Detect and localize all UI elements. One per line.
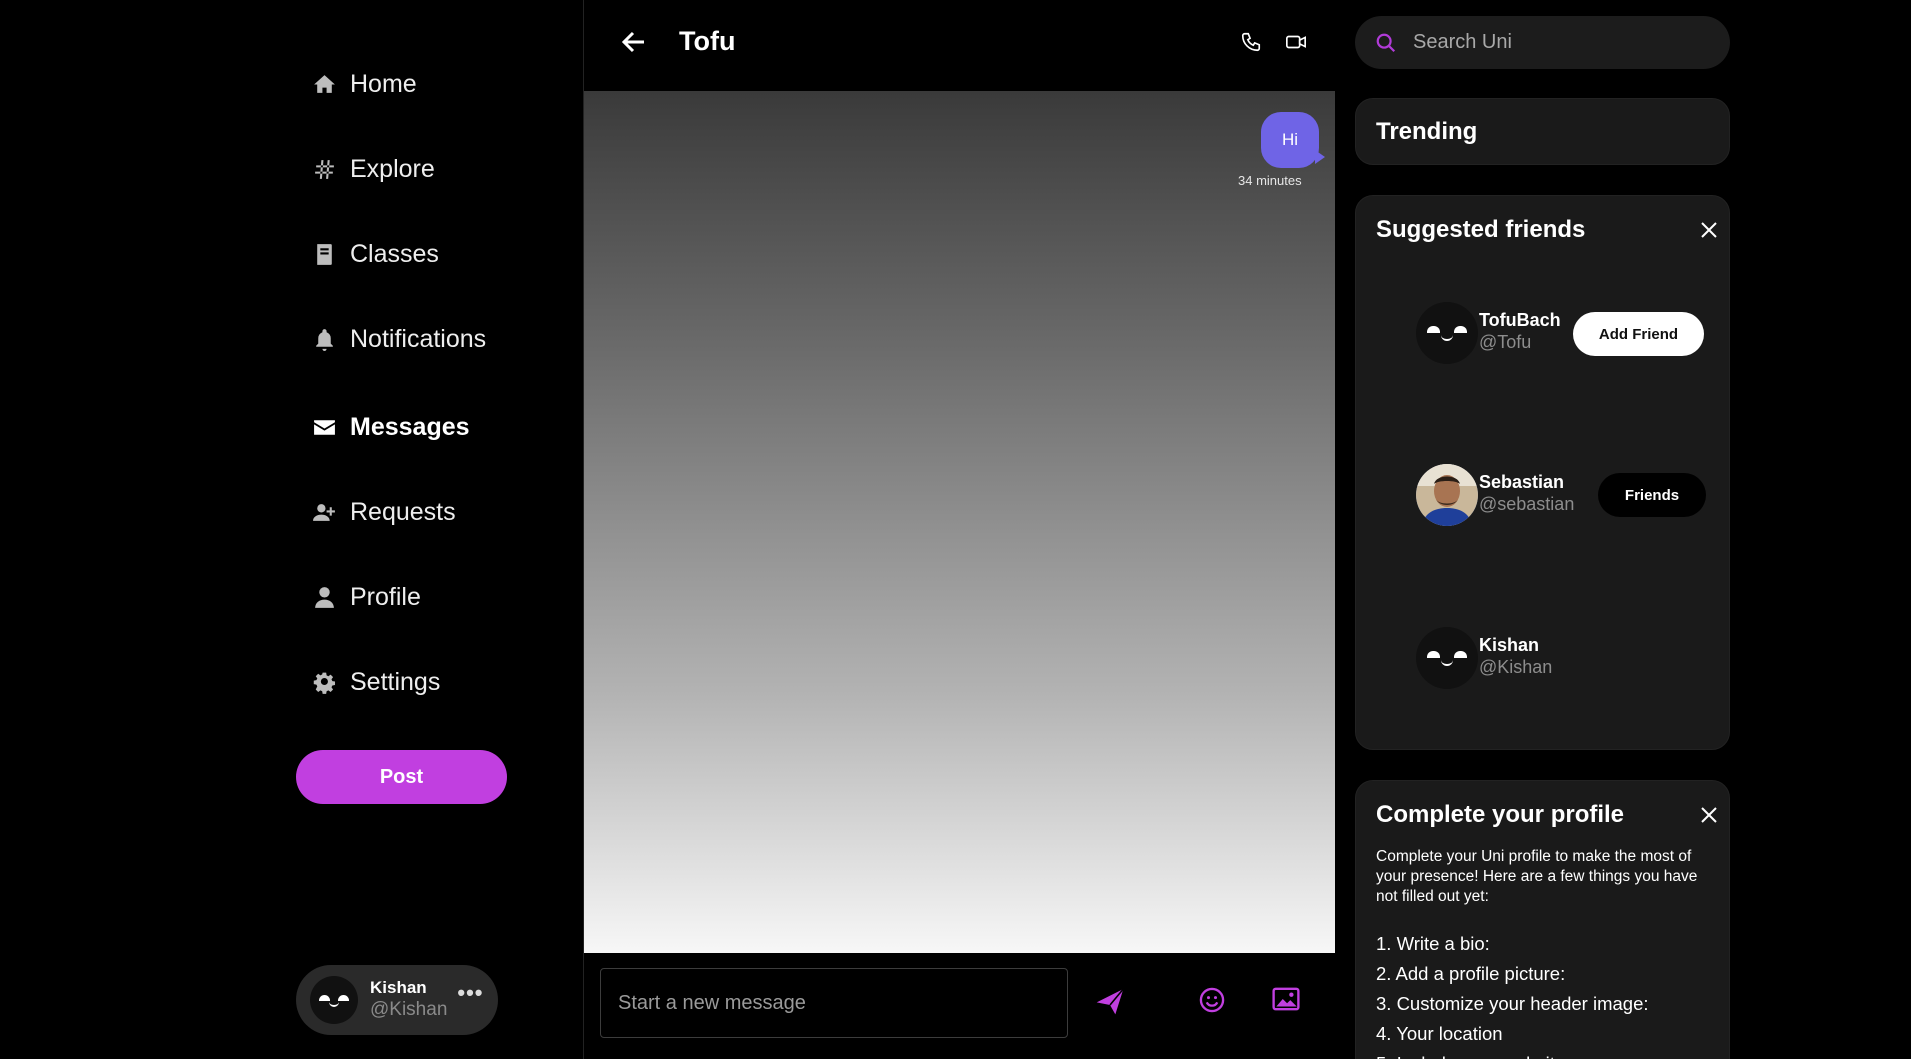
- trending-card: Trending: [1355, 98, 1730, 165]
- avatar: [1416, 302, 1478, 364]
- search-icon: [1376, 33, 1396, 52]
- complete-profile-card: Complete your profile Complete your Uni …: [1355, 780, 1730, 1059]
- message-composer: [584, 953, 1335, 1059]
- list-item[interactable]: 5. Include your website:: [1376, 1049, 1649, 1059]
- trending-title: Trending: [1376, 118, 1478, 145]
- friends-button[interactable]: Friends: [1598, 473, 1706, 517]
- list-item[interactable]: 1. Write a bio:: [1376, 929, 1649, 959]
- complete-profile-description: Complete your Uni profile to make the mo…: [1376, 848, 1698, 905]
- bubble-tail: [1315, 150, 1325, 164]
- book-icon: [296, 239, 350, 269]
- friend-handle: @Kishan: [1479, 657, 1553, 677]
- current-user-handle: @Kishan: [370, 998, 448, 1020]
- chat-header: Tofu: [584, 0, 1335, 91]
- list-item[interactable]: 2. Add a profile picture:: [1376, 959, 1649, 989]
- message-input[interactable]: [600, 968, 1068, 1038]
- back-arrow-icon[interactable]: [620, 28, 652, 60]
- current-user-name: Kishan: [370, 978, 427, 998]
- friend-handle: @Tofu: [1479, 332, 1532, 352]
- chat-panel: Tofu Hi 34 minutes: [583, 0, 1335, 1059]
- user-icon: [296, 582, 350, 612]
- emoji-icon[interactable]: [1198, 986, 1228, 1016]
- left-sidebar: Home Explore Classes Notifications Messa…: [0, 0, 583, 1059]
- message-bubble[interactable]: Hi: [1261, 112, 1319, 168]
- search-bar[interactable]: [1355, 16, 1730, 69]
- close-icon[interactable]: [1699, 805, 1719, 825]
- list-item[interactable]: 4. Your location: [1376, 1019, 1649, 1049]
- avatar: [1416, 627, 1478, 689]
- nav-label-requests: Requests: [350, 497, 456, 526]
- nav-item-requests[interactable]: Requests: [296, 488, 556, 536]
- gear-icon: [296, 667, 350, 697]
- list-item: TofuBach @Tofu Add Friend: [1416, 302, 1716, 364]
- current-user-card[interactable]: Kishan @Kishan •••: [296, 965, 498, 1035]
- bell-icon: [296, 324, 350, 354]
- nav-label-profile: Profile: [350, 582, 421, 611]
- nav-item-settings[interactable]: Settings: [296, 658, 556, 706]
- send-icon[interactable]: [1094, 985, 1130, 1021]
- list-item[interactable]: 3. Customize your header image:: [1376, 989, 1649, 1019]
- envelope-icon: [296, 412, 350, 442]
- nav-label-messages: Messages: [350, 412, 470, 441]
- nav-item-messages[interactable]: Messages: [296, 403, 556, 451]
- avatar: [310, 976, 358, 1024]
- profile-checklist: 1. Write a bio: 2. Add a profile picture…: [1376, 929, 1649, 1059]
- list-item: Kishan @Kishan: [1416, 627, 1716, 689]
- nav-label-settings: Settings: [350, 667, 441, 696]
- chat-title: Tofu: [679, 26, 736, 56]
- phone-icon[interactable]: [1240, 31, 1266, 57]
- message-thread: Hi 34 minutes: [584, 91, 1335, 953]
- friend-name: Kishan: [1479, 635, 1540, 655]
- nav-item-profile[interactable]: Profile: [296, 573, 556, 621]
- nav-item-explore[interactable]: Explore: [296, 145, 556, 193]
- nav-item-notifications[interactable]: Notifications: [296, 315, 556, 363]
- nav-label-classes: Classes: [350, 239, 439, 268]
- avatar: [1416, 464, 1478, 526]
- video-camera-icon[interactable]: [1285, 31, 1313, 57]
- list-item: Sebastian @sebastian Friends: [1416, 464, 1716, 526]
- close-icon[interactable]: [1699, 220, 1719, 240]
- post-button[interactable]: Post: [296, 750, 507, 804]
- nav-item-home[interactable]: Home: [296, 60, 556, 108]
- suggested-friends-card: Suggested friends TofuBach @Tofu Add Fri…: [1355, 195, 1730, 750]
- nav-item-classes[interactable]: Classes: [296, 230, 556, 278]
- home-icon: [296, 69, 350, 99]
- nav-label-notifications: Notifications: [350, 324, 487, 353]
- message-timestamp: 34 minutes: [1238, 173, 1302, 188]
- image-icon[interactable]: [1272, 987, 1302, 1015]
- user-plus-icon: [296, 497, 350, 527]
- app-root: Home Explore Classes Notifications Messa…: [0, 0, 1911, 1059]
- complete-profile-title: Complete your profile: [1376, 801, 1625, 828]
- hashtag-icon: [296, 154, 350, 184]
- friend-name: TofuBach: [1479, 310, 1561, 330]
- add-friend-button[interactable]: Add Friend: [1573, 312, 1704, 356]
- friend-handle: @sebastian: [1479, 494, 1575, 514]
- right-sidebar: Trending Suggested friends TofuBach @Tof…: [1334, 0, 1911, 1059]
- suggested-friends-title: Suggested friends: [1376, 216, 1586, 243]
- search-input[interactable]: [1413, 31, 1713, 54]
- more-options-icon[interactable]: •••: [457, 980, 483, 1006]
- nav-label-home: Home: [350, 69, 417, 98]
- friend-name: Sebastian: [1479, 472, 1565, 492]
- nav-label-explore: Explore: [350, 154, 435, 183]
